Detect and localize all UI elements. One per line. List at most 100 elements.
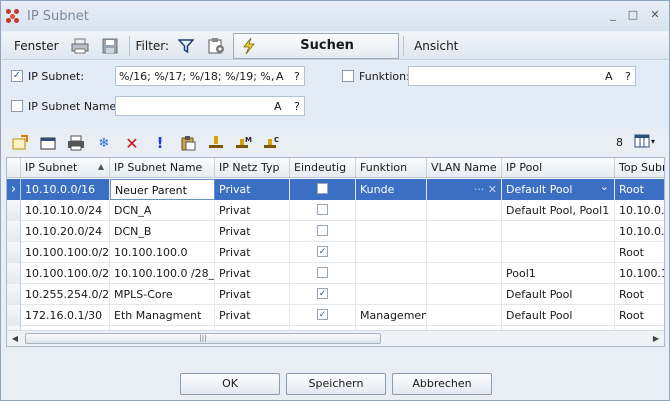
cell-funktion[interactable] [356,221,427,242]
print-grid-icon[interactable] [67,134,85,152]
cell-ip-pool[interactable] [502,242,615,263]
ip-subnet-name-checkbox[interactable] [11,100,23,112]
cell-top-subnet[interactable]: Root [615,242,664,263]
cell-ip-subnet[interactable]: 10.10.0.0/16 [21,179,110,200]
ansicht-menu[interactable]: Ansicht [408,39,464,53]
ip-subnet-name-filter-input[interactable]: A ? [115,96,305,116]
cell-ip-pool[interactable]: Default Pool, Pool1 [502,200,615,221]
cell-eindeutig[interactable]: ✓ [290,305,356,326]
maximize-button[interactable]: □ [627,9,639,21]
speichern-button[interactable]: Speichern [286,373,386,395]
snowflake-icon[interactable]: ❄ [95,134,113,152]
cell-ip-netz-typ[interactable]: Privat [215,263,290,284]
cell-ip-netz-typ[interactable]: Privat [215,200,290,221]
horizontal-scrollbar[interactable]: ◀ ||| ▶ [7,330,664,346]
eindeutig-checkbox[interactable]: ✓ [317,309,328,320]
cell-top-subnet[interactable]: 10.100.10 [615,263,664,284]
column-header-ip-subnet-name[interactable]: IP Subnet Name [110,158,215,178]
cell-funktion[interactable]: Kunde [356,179,427,200]
cell-ip-netz-typ[interactable]: Privat [215,242,290,263]
cell-ip-netz-typ[interactable]: Privat [215,305,290,326]
cell-top-subnet[interactable]: 10.10.0.0 [615,200,664,221]
cell-ip-netz-typ[interactable]: Privat [215,179,290,200]
cell-top-subnet[interactable]: Root [615,284,664,305]
stamp-m-icon[interactable]: M [235,134,253,152]
close-button[interactable]: ✕ [649,9,661,21]
ip-subnet-case-toggle[interactable]: A [274,70,286,83]
eindeutig-checkbox[interactable] [317,225,328,236]
minimize-button[interactable]: _ [607,9,619,21]
row-selector[interactable] [7,305,21,326]
column-header-eindeutig[interactable]: Eindeutig [290,158,356,178]
row-selector[interactable] [7,284,21,305]
cell-funktion[interactable]: Management [356,305,427,326]
ip-subnet-help-icon[interactable]: ? [294,70,300,83]
column-header-ip-subnet[interactable]: IP Subnet ▲ [21,158,110,178]
cell-vlan-name[interactable] [427,221,502,242]
cell-top-subnet[interactable]: Root [615,305,664,326]
cell-ip-subnet-name[interactable]: DCN_A [110,200,215,221]
funktion-help-icon[interactable]: ? [625,70,631,83]
scrollbar-thumb[interactable]: ||| [25,333,381,344]
cell-ip-subnet[interactable]: 10.100.100.0/28 [21,263,110,284]
save-icon[interactable] [99,35,121,57]
eindeutig-checkbox[interactable]: ✓ [317,288,328,299]
cell-ip-subnet-name[interactable]: Eth Managment [110,305,215,326]
scroll-left-icon[interactable]: ◀ [9,333,21,345]
table-row[interactable]: 10.255.254.0/24 MPLS-Core Privat ✓ Default P… [7,284,664,305]
table-row[interactable]: 10.10.20.0/24 DCN_B Privat 10.10.0.0 [7,221,664,242]
cell-ip-pool[interactable]: Pool1 [502,263,615,284]
funktion-filter-input[interactable]: A ? [408,66,636,86]
abbrechen-button[interactable]: Abbrechen [392,373,492,395]
cell-ip-pool[interactable]: Default Pool [502,305,615,326]
exclamation-icon[interactable]: ! [151,134,169,152]
column-header-ip-netz-typ[interactable]: IP Netz Typ [215,158,290,178]
cell-funktion[interactable] [356,200,427,221]
cell-ip-subnet-name[interactable]: 10.100.100.0 [110,242,215,263]
scroll-right-icon[interactable]: ▶ [650,333,662,345]
cell-top-subnet[interactable]: 10.10.0.0 [615,221,664,242]
ip-subnet-filter-input[interactable]: %/16; %/17; %/18; %/19; %, A ? [115,66,305,86]
column-header-vlan-name[interactable]: VLAN Name [427,158,502,178]
pool-dropdown-icon[interactable]: ⌄ [600,180,609,193]
cell-ip-subnet[interactable]: 10.10.10.0/24 [21,200,110,221]
cell-eindeutig[interactable] [290,263,356,284]
clipboard-icon[interactable] [179,134,197,152]
cell-funktion[interactable] [356,263,427,284]
cell-ip-subnet-name[interactable]: DCN_B [110,221,215,242]
cell-ip-pool[interactable]: Default Pool ⌄ [502,179,615,200]
cell-ip-netz-typ[interactable]: Privat [215,221,290,242]
cell-ip-subnet[interactable]: 172.16.0.1/30 [21,305,110,326]
cell-eindeutig[interactable] [290,221,356,242]
cell-ip-subnet[interactable]: 10.255.254.0/24 [21,284,110,305]
cell-ip-pool[interactable]: Default Pool [502,284,615,305]
filter-settings-icon[interactable] [205,35,227,57]
cell-vlan-name[interactable] [427,305,502,326]
column-header-funktion[interactable]: Funktion [356,158,427,178]
cell-eindeutig[interactable]: ✓ [290,242,356,263]
cell-eindeutig[interactable] [290,200,356,221]
eindeutig-checkbox[interactable]: ✓ [317,246,328,257]
row-selector[interactable] [7,200,21,221]
delete-icon[interactable]: ✕ [123,134,141,153]
cell-eindeutig[interactable] [290,179,356,200]
row-selector[interactable]: › [7,179,21,200]
ip-subnet-checkbox[interactable]: ✓ [11,70,23,82]
suchen-button[interactable]: Suchen [233,32,400,59]
eindeutig-checkbox[interactable] [317,204,328,215]
ip-subnet-name-case-toggle[interactable]: A [274,100,282,113]
ok-button[interactable]: OK [180,373,280,395]
row-selector[interactable] [7,263,21,284]
row-selector[interactable] [7,221,21,242]
cell-ip-subnet-name[interactable]: 10.100.100.0 /28_1 [110,263,215,284]
cell-eindeutig[interactable]: ✓ [290,284,356,305]
cell-ip-subnet-name[interactable]: Neuer Parent [110,179,215,200]
filter-funnel-icon[interactable] [175,35,197,57]
print-icon[interactable] [69,35,91,57]
column-header-ip-pool[interactable]: IP Pool [502,158,615,178]
cell-ip-subnet[interactable]: 10.100.100.0/24 [21,242,110,263]
cell-vlan-name[interactable] [427,200,502,221]
new-record-icon[interactable] [11,134,29,152]
row-selector[interactable] [7,242,21,263]
cell-vlan-name[interactable] [427,284,502,305]
